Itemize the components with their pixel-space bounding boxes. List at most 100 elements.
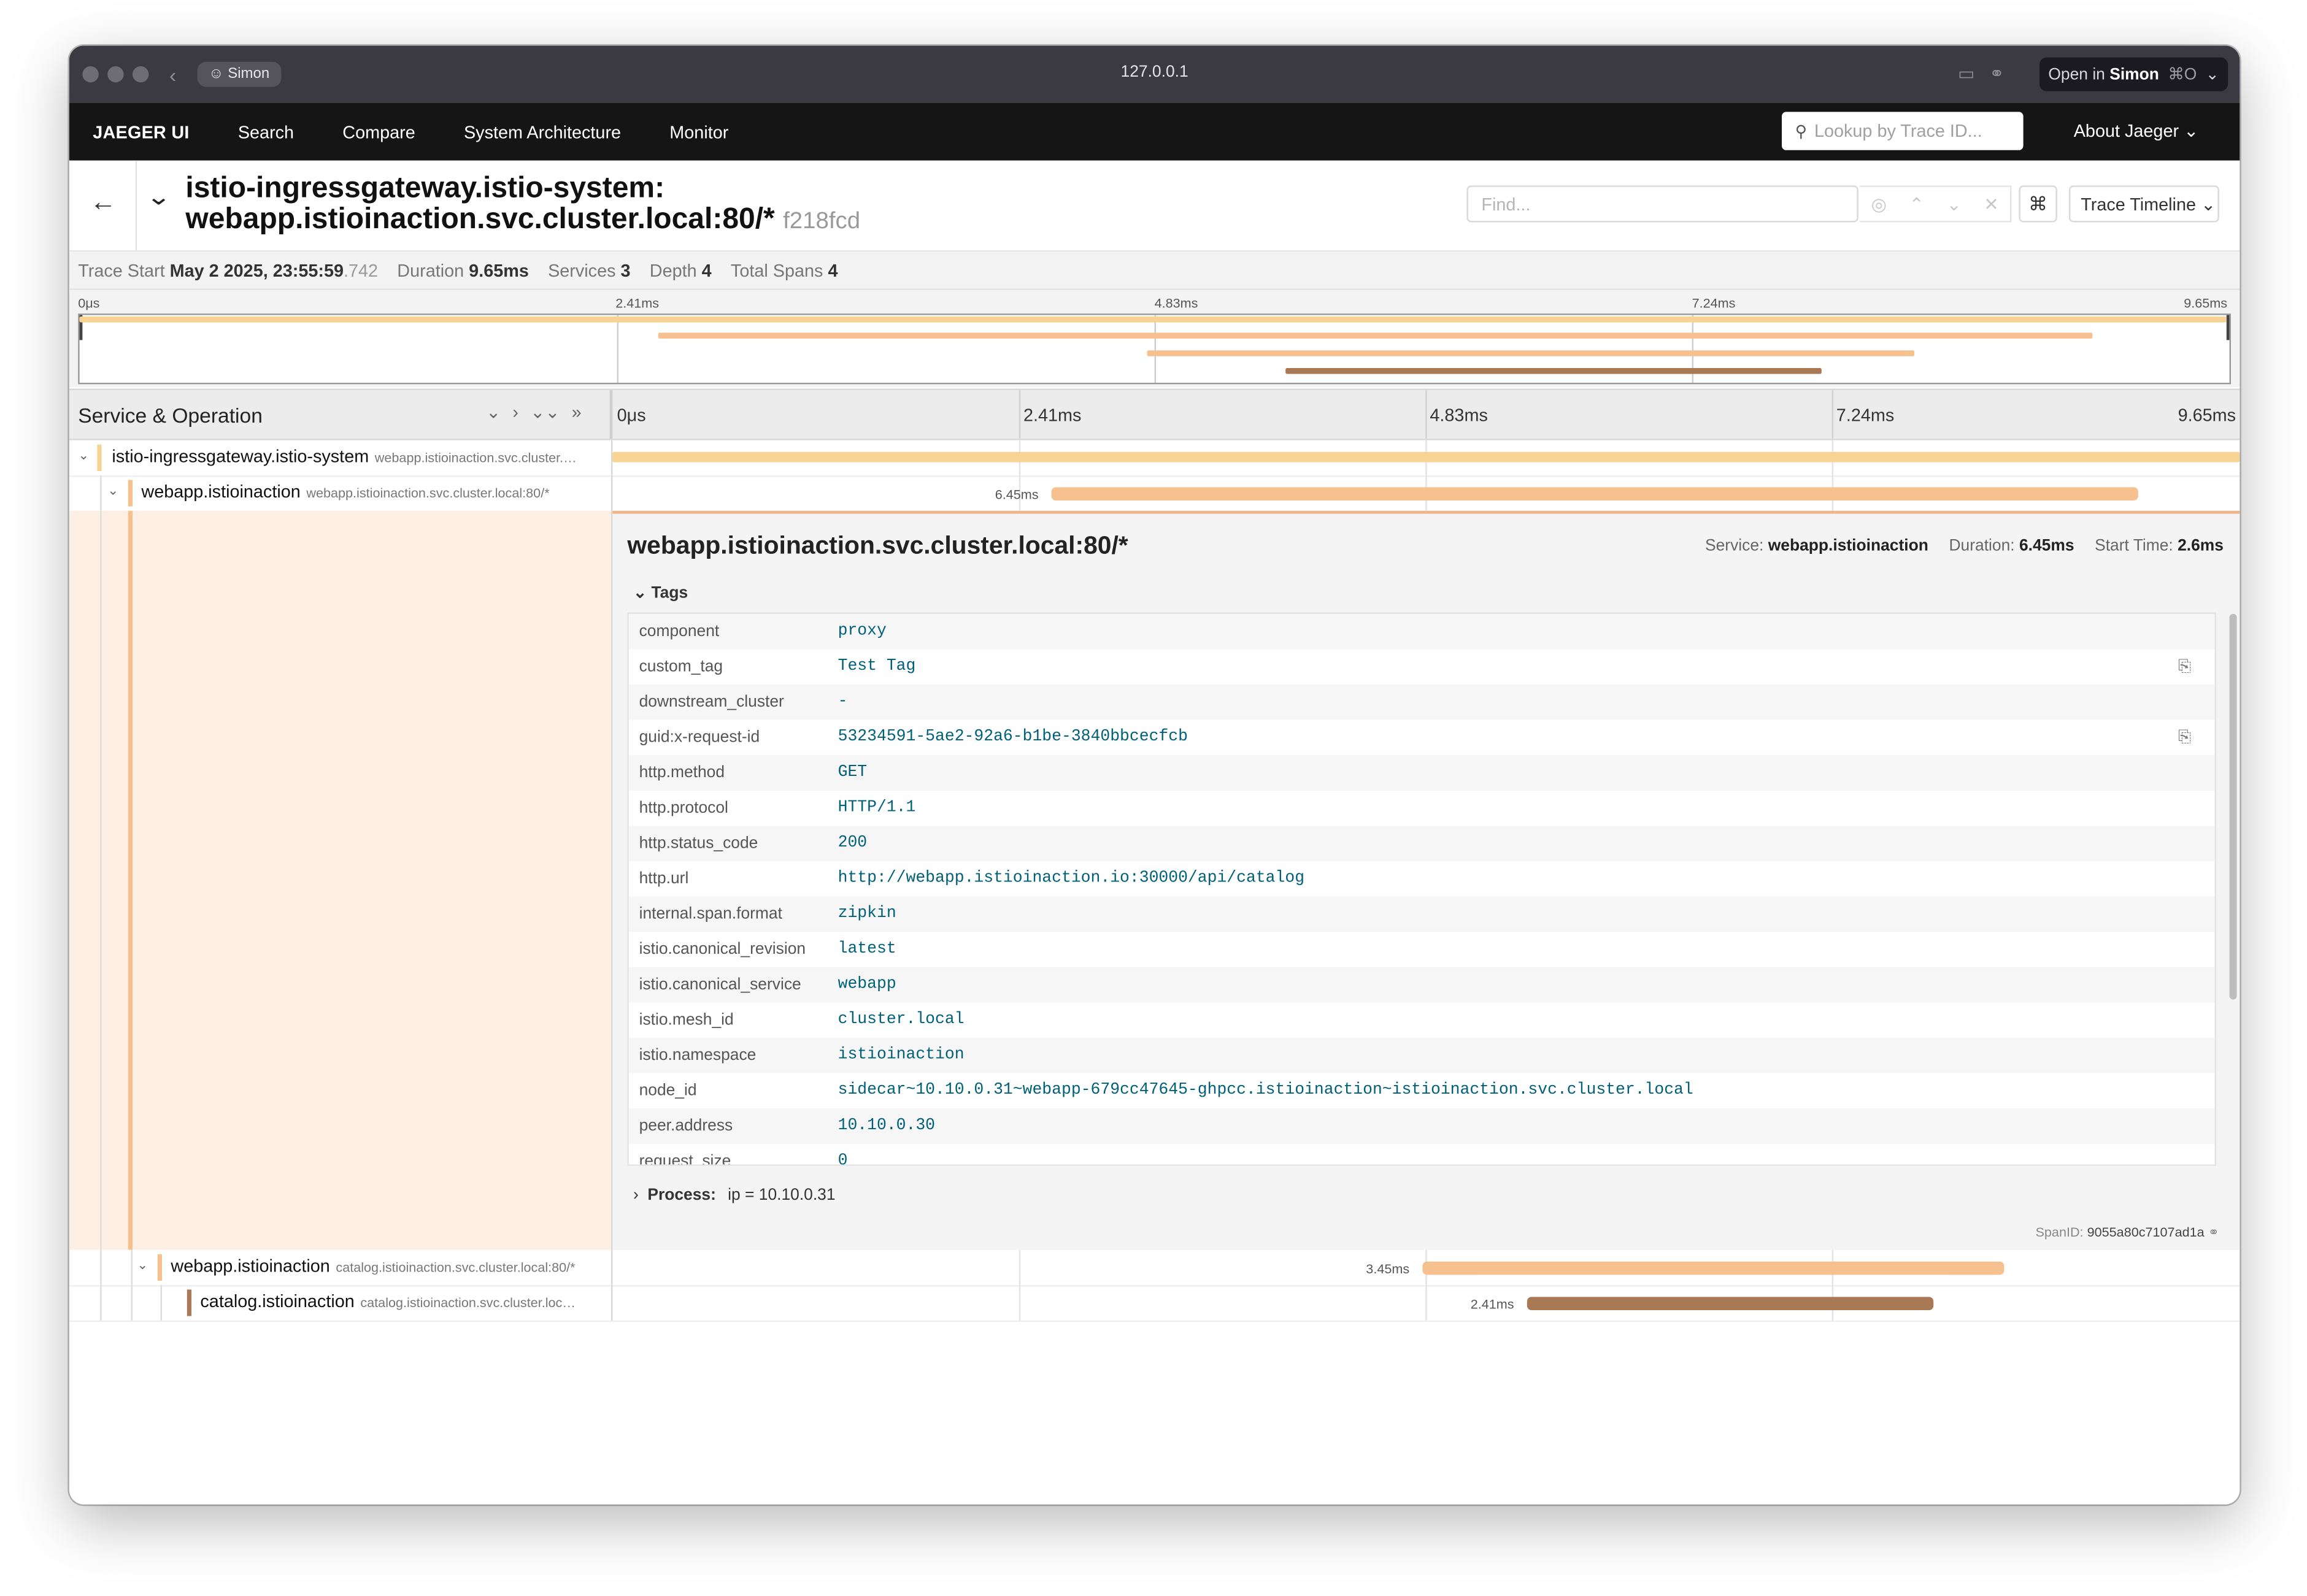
tag-value: 10.10.0.30 xyxy=(838,1117,936,1135)
tag-key: peer.address xyxy=(639,1117,733,1135)
span-rows: ⌄ istio-ingressgateway.istio-system webap… xyxy=(69,440,2240,1324)
copy-icon[interactable]: ⎘ xyxy=(2178,729,2191,748)
profile-pill[interactable]: ☺ Simon xyxy=(196,61,282,87)
span-row[interactable]: ⌄ istio-ingressgateway.istio-system webap… xyxy=(69,440,2240,477)
collapse-one-icon[interactable]: ⌄ xyxy=(486,402,501,423)
minimap-span-bar xyxy=(79,317,2227,323)
tag-row[interactable]: istio.canonical_revision latest xyxy=(629,932,2215,967)
tag-row[interactable]: internal.span.format zipkin xyxy=(628,896,2215,932)
tag-value: zipkin xyxy=(838,905,896,923)
tag-row[interactable]: peer.address 10.10.0.30 xyxy=(628,1108,2215,1144)
tag-value: http://webapp.istioinaction.io:30000/api… xyxy=(838,870,1305,888)
expand-one-icon[interactable]: › xyxy=(512,402,518,423)
minimap-span-bar xyxy=(1147,350,1916,356)
tag-value: sidecar~10.10.0.31~webapp-679cc47645-ghp… xyxy=(838,1082,1693,1100)
tags-scrollbar[interactable] xyxy=(2229,613,2237,1000)
tags-toggle[interactable]: ⌄ Tags xyxy=(633,583,688,602)
column-resizer[interactable] xyxy=(609,390,613,439)
span-service: webapp.istioinaction xyxy=(141,481,301,502)
expand-all-icon[interactable]: » xyxy=(572,402,582,423)
tag-row[interactable]: node_id sidecar~10.10.0.31~webapp-679cc47… xyxy=(629,1073,2215,1109)
tag-row[interactable]: istio.mesh_id cluster.local xyxy=(629,1002,2215,1038)
chevron-down-icon[interactable]: ⌄ xyxy=(2206,65,2219,84)
tag-value: 53234591-5ae2-92a6-b1be-3840bbcecfcb xyxy=(838,729,1188,746)
tag-value: Test Tag xyxy=(838,658,916,676)
tag-row[interactable]: component proxy xyxy=(628,613,2215,650)
trace-minimap[interactable]: 0μs 2.41ms 4.83ms 7.24ms 9.65ms xyxy=(69,290,2240,388)
window-controls[interactable] xyxy=(82,66,149,83)
minimap-canvas[interactable] xyxy=(78,313,2232,385)
tag-key: istio.mesh_id xyxy=(639,1011,734,1029)
trace-id-lookup-input[interactable]: ⚲ Lookup by Trace ID... xyxy=(1782,112,2024,150)
tag-row[interactable]: guid:x-request-id 53234591-5ae2-92a6-b1be… xyxy=(629,720,2215,756)
tag-key: http.protocol xyxy=(639,799,728,817)
locate-icon[interactable]: ◎ xyxy=(1871,194,1887,215)
open-in-button[interactable]: Open in Simon ⌘O ⌄ xyxy=(2039,57,2228,91)
link-icon[interactable]: ⚭ xyxy=(2208,1225,2219,1240)
clear-icon[interactable]: ✕ xyxy=(1984,194,1998,215)
trace-id: f218fcd xyxy=(783,209,861,234)
collapse-chevron-icon[interactable]: ⌄ xyxy=(146,183,172,212)
span-bar[interactable] xyxy=(612,451,2240,462)
span-row[interactable]: ⌄ webapp.istioinaction webapp.istioinacti… xyxy=(69,475,2240,513)
browser-back-icon[interactable]: ‹ xyxy=(169,63,176,86)
find-input[interactable]: Find... xyxy=(1466,185,1858,223)
process-toggle[interactable]: › Process: ip = 10.10.0.31 xyxy=(633,1186,836,1204)
tag-value: latest xyxy=(838,940,896,959)
span-bar[interactable] xyxy=(1050,487,2139,501)
span-operation: catalog.istioinaction.svc.cluster.local:… xyxy=(336,1260,576,1275)
back-arrow-icon[interactable]: ← xyxy=(90,187,116,218)
detail-operation-title: webapp.istioinaction.svc.cluster.local:8… xyxy=(627,531,1128,560)
chevron-down-icon[interactable]: ⌄ xyxy=(107,483,118,499)
tag-key: istio.namespace xyxy=(639,1046,757,1065)
span-bar[interactable] xyxy=(1526,1297,1933,1310)
tag-value: GET xyxy=(838,764,868,782)
brand-logo[interactable]: JAEGER UI xyxy=(93,121,189,142)
tag-value: HTTP/1.1 xyxy=(838,799,916,817)
tag-value: - xyxy=(838,693,848,712)
nav-system-architecture[interactable]: System Architecture xyxy=(464,121,621,142)
link-icon[interactable]: ⚭ xyxy=(1989,63,2004,84)
copy-icon[interactable]: ⎘ xyxy=(2178,658,2191,677)
timeline-tick: 7.24ms xyxy=(1836,405,1895,426)
tag-row[interactable]: custom_tag Test Tag ⎘ xyxy=(629,649,2215,685)
nav-monitor[interactable]: Monitor xyxy=(669,121,728,142)
keyboard-shortcuts-button[interactable]: ⌘ xyxy=(2019,185,2057,223)
span-id: SpanID: 9055a80c7107ad1a ⚭ xyxy=(2035,1224,2219,1240)
tag-key: request_size xyxy=(639,1153,731,1166)
span-bar[interactable] xyxy=(1422,1261,2004,1275)
tag-key: custom_tag xyxy=(639,658,723,676)
reader-icon[interactable]: ▭ xyxy=(1958,63,1974,84)
prev-match-icon[interactable]: ⌃ xyxy=(1909,194,1924,215)
tag-row[interactable]: downstream_cluster - xyxy=(628,685,2215,720)
span-row[interactable]: ⌄ webapp.istioinaction catalog.istioinact… xyxy=(69,1249,2240,1287)
nav-search[interactable]: Search xyxy=(238,121,294,142)
tag-row[interactable]: http.status_code 200 xyxy=(628,826,2215,861)
search-icon: ⚲ xyxy=(1795,123,1807,141)
tag-row[interactable]: http.protocol HTTP/1.1 xyxy=(629,791,2215,826)
service-operation-header: Service & Operation xyxy=(78,403,263,427)
minimap-tick: 7.24ms xyxy=(1692,296,1736,311)
tag-key: istio.canonical_revision xyxy=(639,940,806,959)
timeline-tick: 0μs xyxy=(617,405,646,426)
view-mode-dropdown[interactable]: Trace Timeline ⌄ xyxy=(2069,185,2219,223)
jaeger-nav: JAEGER UI Search Compare System Architec… xyxy=(69,103,2240,161)
tag-value: proxy xyxy=(838,623,887,640)
tag-key: http.method xyxy=(639,764,725,782)
about-jaeger-menu[interactable]: About Jaeger ⌄ xyxy=(2074,121,2198,142)
tag-row[interactable]: istio.canonical_service webapp xyxy=(628,967,2215,1003)
tag-row[interactable]: http.url http://webapp.istioinaction.io:3… xyxy=(629,861,2215,897)
tag-key: internal.span.format xyxy=(639,905,782,923)
tag-row[interactable]: request_size 0 xyxy=(629,1144,2215,1166)
tag-row[interactable]: istio.namespace istioinaction xyxy=(628,1038,2215,1073)
minimap-tick: 2.41ms xyxy=(615,296,660,311)
span-row[interactable]: catalog.istioinaction catalog.istioinacti… xyxy=(69,1285,2240,1322)
url-bar[interactable]: 127.0.0.1 xyxy=(69,63,2240,81)
collapse-all-icon[interactable]: ⌄⌄ xyxy=(530,402,560,423)
tag-row[interactable]: http.method GET xyxy=(628,755,2215,791)
span-service: webapp.istioinaction xyxy=(171,1256,330,1276)
nav-compare[interactable]: Compare xyxy=(342,121,415,142)
chevron-down-icon[interactable]: ⌄ xyxy=(137,1257,148,1273)
chevron-down-icon[interactable]: ⌄ xyxy=(78,448,89,464)
next-match-icon[interactable]: ⌄ xyxy=(1946,194,1961,215)
